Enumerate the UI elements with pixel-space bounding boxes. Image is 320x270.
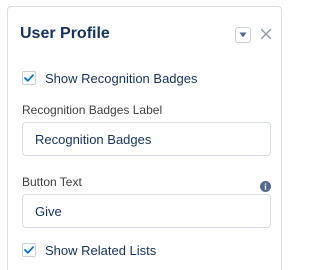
checkmark-icon xyxy=(24,246,34,254)
close-button[interactable] xyxy=(257,25,275,43)
show-related-lists-checkbox-row[interactable]: Show Related Lists xyxy=(22,241,156,259)
recognition-badges-label-field-label: Recognition Badges Label xyxy=(22,103,163,117)
show-related-lists-label: Show Related Lists xyxy=(45,242,157,258)
button-text-field-label: Button Text xyxy=(22,175,82,189)
show-recognition-badges-checkbox-row[interactable]: Show Recognition Badges xyxy=(22,69,198,87)
close-icon xyxy=(260,28,272,40)
panel-menu-button[interactable] xyxy=(235,27,251,43)
panel-header: User Profile xyxy=(8,7,281,59)
panel-title: User Profile xyxy=(20,25,110,42)
show-recognition-badges-label: Show Recognition Badges xyxy=(45,70,198,86)
properties-panel: User Profile Show Recognition Badges Rec… xyxy=(7,6,282,270)
checkmark-icon xyxy=(24,74,34,82)
show-recognition-badges-checkbox[interactable] xyxy=(22,71,36,85)
recognition-badges-label-input[interactable] xyxy=(22,122,271,156)
info-icon[interactable] xyxy=(260,181,271,192)
chevron-down-icon xyxy=(239,32,247,38)
button-text-input[interactable] xyxy=(22,194,271,228)
show-related-lists-checkbox[interactable] xyxy=(22,243,36,257)
